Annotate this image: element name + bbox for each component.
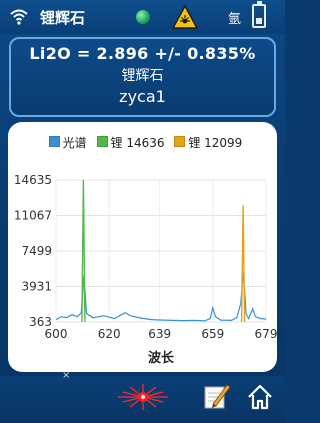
home-icon[interactable] <box>246 383 274 411</box>
laser-fire-icon[interactable] <box>118 384 168 410</box>
result-formula: Li2O = 2.896 +/- 0.835% <box>29 44 256 63</box>
gas-label: 氩 <box>228 12 242 27</box>
spectrum-chart: 146351106774993931363600 620 639 659 679波长 <box>14 173 277 366</box>
result-card: Li2O = 2.896 +/- 0.835% 锂辉石 zyca1 <box>9 37 276 117</box>
spectrum-chart-panel: 光谱 锂 14636 锂 12099 14635 11067 7499 3931 363… <box>8 122 277 372</box>
x-tick-label: 659 <box>201 327 224 341</box>
status-bar: 锂辉石 氩 <box>0 0 285 34</box>
x-axis-label: 波长 <box>148 350 175 366</box>
wifi-icon <box>10 9 28 25</box>
result-mineral: 锂辉石 <box>121 68 164 84</box>
screen-title: 锂辉石 <box>40 9 86 27</box>
status-dot-icon <box>136 10 150 24</box>
spectrum-series-line <box>55 272 267 322</box>
laser-warning-icon[interactable] <box>172 5 198 29</box>
li-12099-peak-line <box>240 205 246 323</box>
x-tick-label: 679 <box>255 327 277 341</box>
x-tick-label: 600 <box>45 327 68 341</box>
y-tick-label: 7499 <box>21 244 52 258</box>
x-tick-label: 620 <box>98 327 121 341</box>
battery-icon <box>252 1 266 28</box>
edit-icon[interactable] <box>203 382 231 410</box>
y-tick-label: 14635 <box>14 173 52 187</box>
y-tick-label: 3931 <box>21 280 52 294</box>
close-mark-icon[interactable]: × <box>62 370 70 381</box>
y-tick-label: 11067 <box>14 209 52 223</box>
result-sample: zyca1 <box>119 87 166 106</box>
x-tick-label: 639 <box>148 327 171 341</box>
